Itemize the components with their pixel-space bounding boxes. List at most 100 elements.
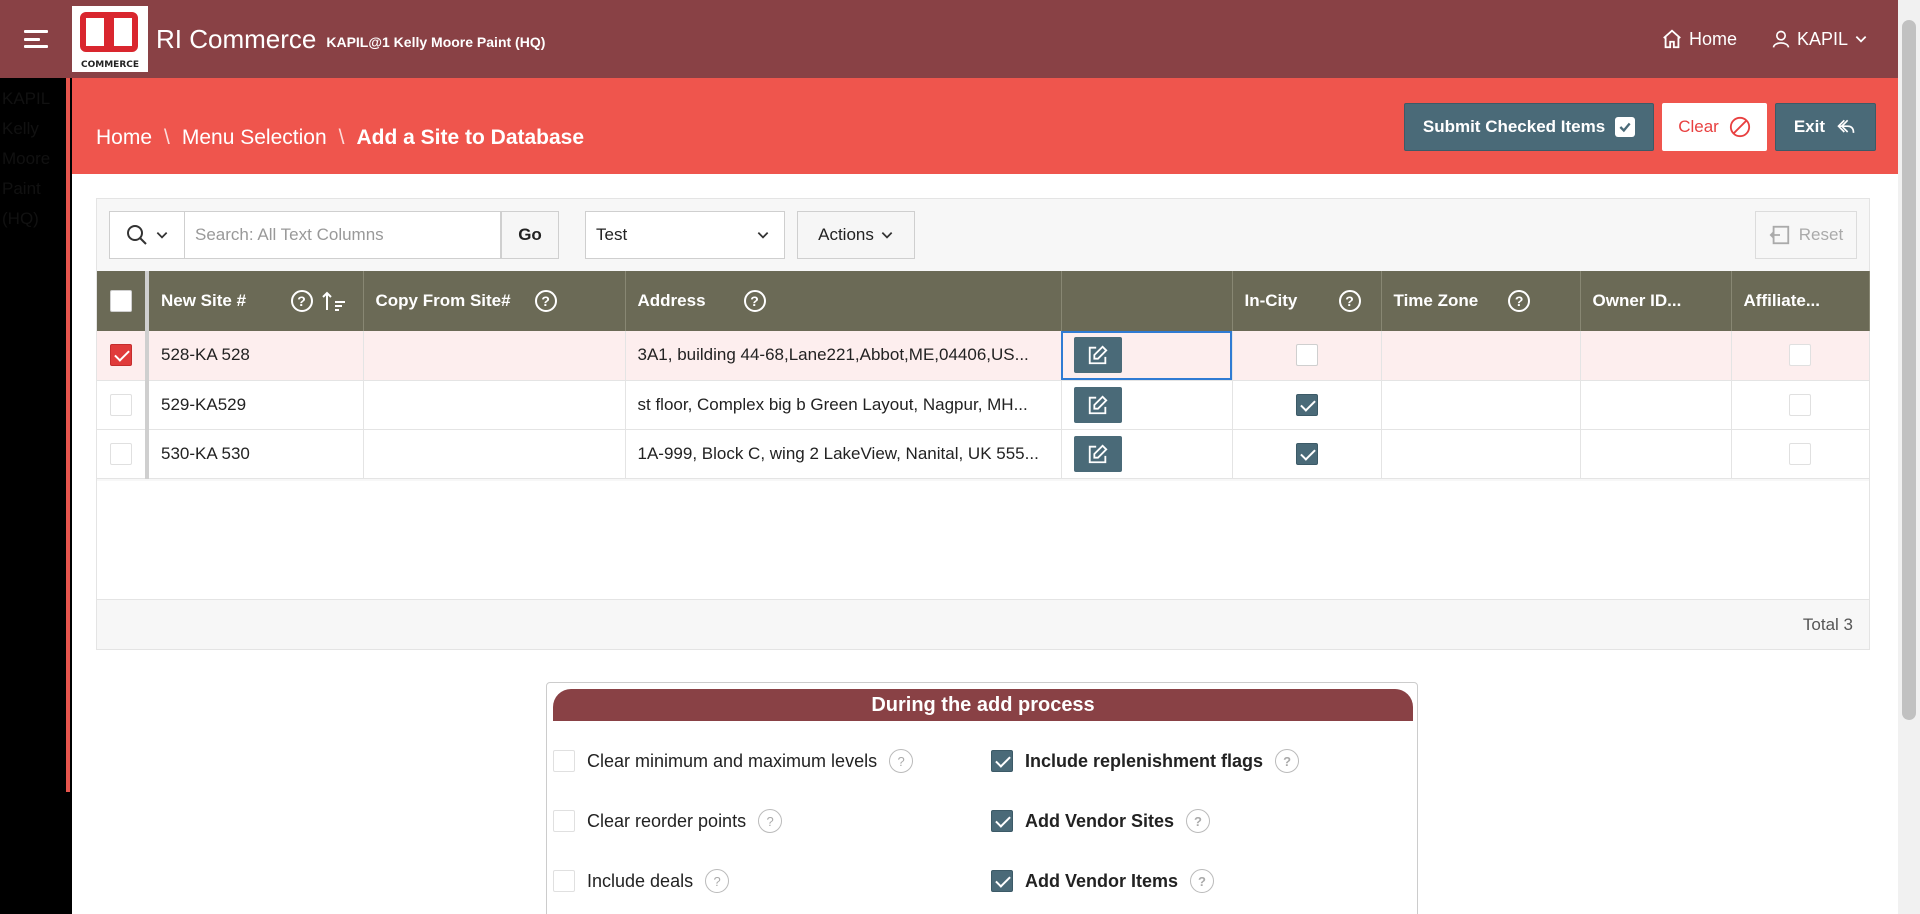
- actions-label: Actions: [818, 225, 874, 244]
- user-label: KAPIL: [1796, 28, 1848, 49]
- actions-menu-button[interactable]: Actions: [797, 211, 915, 259]
- help-icon[interactable]: ?: [705, 869, 730, 893]
- table-row[interactable]: 530-KA 530 1A-999, Block C, wing 2 LakeV…: [97, 429, 1870, 479]
- clear-button[interactable]: Clear: [1662, 103, 1767, 151]
- option-checkbox[interactable]: [991, 810, 1013, 832]
- help-icon[interactable]: ?: [1186, 809, 1211, 833]
- option-add-vendor-sites[interactable]: Add Vendor Sites ?: [991, 809, 1211, 833]
- column-in-city[interactable]: In-City?: [1232, 271, 1382, 331]
- search-input[interactable]: Search: All Text Columns: [185, 211, 501, 259]
- breadcrumb-menu-selection[interactable]: Menu Selection: [182, 126, 327, 150]
- owner-id-cell[interactable]: [1580, 380, 1732, 430]
- help-icon[interactable]: ?: [1275, 749, 1300, 773]
- go-button[interactable]: Go: [501, 211, 559, 259]
- edit-button[interactable]: [1073, 435, 1122, 472]
- help-icon[interactable]: ?: [1508, 290, 1531, 312]
- exit-label: Exit: [1793, 117, 1825, 136]
- address-cell[interactable]: 1A-999, Block C, wing 2 LakeView, Nanita…: [625, 429, 1062, 479]
- option-checkbox[interactable]: [991, 750, 1013, 772]
- home-link[interactable]: Home: [1661, 28, 1737, 50]
- column-owner-id[interactable]: Owner ID...: [1580, 271, 1732, 331]
- breadcrumb-separator: \: [164, 126, 170, 149]
- edit-button[interactable]: [1073, 337, 1122, 374]
- saved-report-select[interactable]: Test: [585, 211, 785, 259]
- title-banner: Home \ Menu Selection \ Add a Site to Da…: [72, 78, 1898, 174]
- time-zone-cell[interactable]: [1381, 331, 1581, 381]
- row-checkbox[interactable]: [110, 344, 132, 367]
- option-clear-min-max[interactable]: Clear minimum and maximum levels ?: [553, 749, 914, 773]
- search-column-selector[interactable]: [109, 211, 185, 259]
- table-row[interactable]: 529-KA529 st floor, Complex big b Green …: [97, 380, 1870, 430]
- site-cell[interactable]: 529-KA529: [147, 380, 364, 430]
- page-scrollbar[interactable]: [1898, 0, 1920, 914]
- side-context-text: KAPIL Kelly Moore Paint (HQ): [2, 89, 51, 228]
- option-checkbox[interactable]: [553, 750, 575, 772]
- table-row[interactable]: 528-KA 528 3A1, building 44-68,Lane221,A…: [97, 331, 1870, 381]
- affiliate-checkbox[interactable]: [1789, 344, 1811, 367]
- address-cell[interactable]: 3A1, building 44-68,Lane221,Abbot,ME,044…: [625, 331, 1062, 381]
- option-checkbox[interactable]: [553, 870, 575, 892]
- affiliate-checkbox[interactable]: [1789, 442, 1811, 465]
- reset-button[interactable]: Reset: [1755, 211, 1857, 259]
- app-logo[interactable]: COMMERCE: [72, 6, 148, 72]
- breadcrumb: Home \ Menu Selection \ Add a Site to Da…: [96, 126, 584, 150]
- help-icon[interactable]: ?: [1338, 290, 1361, 312]
- owner-id-cell[interactable]: [1580, 331, 1732, 381]
- edit-icon: [1088, 345, 1108, 365]
- row-select-cell: [97, 331, 149, 381]
- site-cell[interactable]: 530-KA 530: [147, 429, 364, 479]
- in-city-cell: [1232, 331, 1382, 381]
- select-all-checkbox[interactable]: [110, 290, 132, 312]
- column-time-zone[interactable]: Time Zone?: [1381, 271, 1581, 331]
- in-city-checkbox[interactable]: [1295, 442, 1318, 465]
- chevron-down-icon: [1855, 36, 1867, 43]
- help-icon[interactable]: ?: [743, 290, 766, 312]
- option-checkbox[interactable]: [991, 870, 1013, 892]
- sites-grid: New Site #? Copy From Site#? Address? In…: [97, 271, 1870, 479]
- address-cell[interactable]: st floor, Complex big b Green Layout, Na…: [625, 380, 1062, 430]
- help-icon[interactable]: ?: [889, 749, 914, 773]
- exit-button[interactable]: Exit: [1774, 103, 1876, 151]
- help-icon[interactable]: ?: [290, 290, 313, 312]
- site-cell[interactable]: 528-KA 528: [147, 331, 364, 381]
- copy-from-cell[interactable]: [363, 331, 626, 381]
- grid-footer: Total 3: [97, 599, 1869, 649]
- in-city-checkbox[interactable]: [1295, 393, 1318, 416]
- row-checkbox[interactable]: [110, 442, 132, 465]
- scrollbar-thumb[interactable]: [1902, 20, 1916, 720]
- option-add-vendor-items[interactable]: Add Vendor Items ?: [991, 869, 1215, 893]
- app-context: KAPIL@1 Kelly Moore Paint (HQ): [326, 34, 546, 50]
- breadcrumb-separator: \: [338, 126, 345, 149]
- copy-from-cell[interactable]: [363, 429, 626, 479]
- chevron-down-icon: [156, 232, 168, 239]
- submit-checked-button[interactable]: Submit Checked Items: [1403, 103, 1655, 151]
- column-address[interactable]: Address?: [625, 271, 1062, 331]
- edit-button[interactable]: [1073, 386, 1122, 423]
- option-label: Add Vendor Items: [1025, 870, 1179, 891]
- time-zone-cell[interactable]: [1381, 380, 1581, 430]
- help-icon[interactable]: ?: [534, 290, 557, 312]
- column-copy-from[interactable]: Copy From Site#?: [363, 271, 626, 331]
- row-checkbox[interactable]: [110, 393, 132, 416]
- select-all-header: [97, 271, 149, 331]
- option-label: Add Vendor Sites: [1025, 810, 1175, 831]
- column-affiliate[interactable]: Affiliate...: [1731, 271, 1870, 331]
- top-navbar: COMMERCE RI Commerce KAPIL@1 Kelly Moore…: [0, 0, 1898, 78]
- help-icon[interactable]: ?: [1190, 869, 1215, 893]
- affiliate-checkbox[interactable]: [1789, 393, 1811, 416]
- option-replenishment-flags[interactable]: Include replenishment flags ?: [991, 749, 1300, 773]
- owner-id-cell[interactable]: [1580, 429, 1732, 479]
- option-checkbox[interactable]: [553, 810, 575, 832]
- breadcrumb-home[interactable]: Home: [96, 126, 152, 150]
- user-menu[interactable]: KAPIL: [1771, 29, 1868, 50]
- time-zone-cell[interactable]: [1381, 429, 1581, 479]
- option-include-deals[interactable]: Include deals ?: [553, 869, 730, 893]
- ban-icon: [1729, 116, 1750, 138]
- in-city-checkbox[interactable]: [1295, 344, 1318, 367]
- column-new-site[interactable]: New Site #?: [147, 271, 364, 331]
- copy-from-cell[interactable]: [363, 380, 626, 430]
- logo-text: COMMERCE: [81, 60, 139, 70]
- option-clear-reorder[interactable]: Clear reorder points ?: [553, 809, 783, 833]
- help-icon[interactable]: ?: [758, 809, 783, 833]
- menu-toggle-icon[interactable]: [24, 30, 48, 48]
